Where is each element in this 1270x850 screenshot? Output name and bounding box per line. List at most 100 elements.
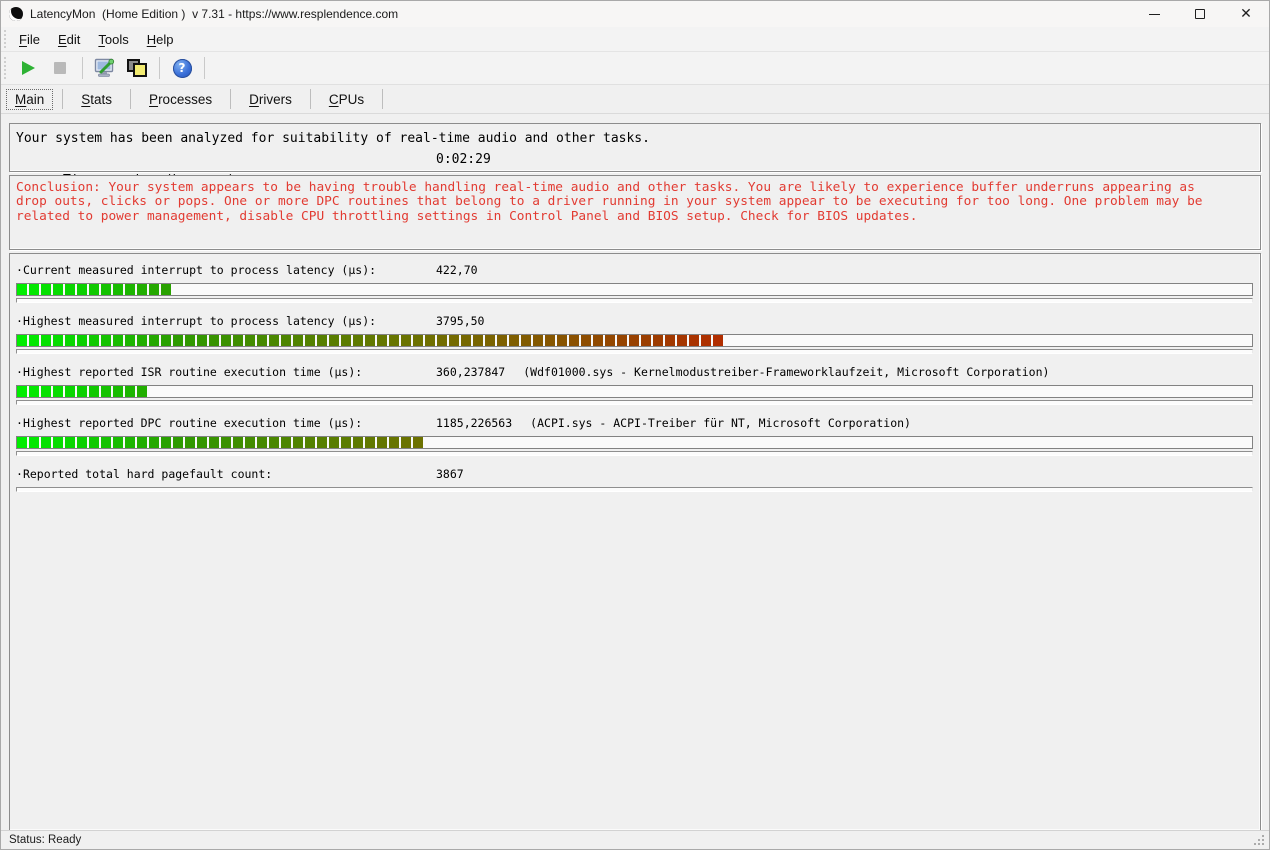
bar-segment	[77, 335, 87, 346]
bar-segment	[125, 386, 135, 397]
conclusion-panel: Conclusion: Your system appears to be ha…	[9, 175, 1261, 250]
options-button[interactable]	[91, 55, 119, 81]
bar-segment	[89, 284, 99, 295]
bar-segment	[413, 437, 423, 448]
bar-segment	[653, 335, 663, 346]
menu-item-tools[interactable]: Tools	[89, 29, 137, 50]
maximize-icon	[1195, 9, 1205, 19]
tab-cpus[interactable]: CPUs	[317, 88, 376, 111]
play-icon	[22, 61, 35, 75]
bar-segment	[485, 335, 495, 346]
bar-segment	[137, 437, 147, 448]
bar-segment	[593, 335, 603, 346]
measurement-label: Highest reported DPC routine execution t…	[23, 416, 362, 430]
bar-segment	[545, 335, 555, 346]
bar-segment	[209, 335, 219, 346]
bar-segment	[113, 284, 123, 295]
tab-drivers[interactable]: Drivers	[237, 88, 304, 111]
minimize-icon	[1149, 14, 1160, 15]
bar-segment	[29, 284, 39, 295]
status-text: Status: Ready	[9, 834, 81, 846]
secondary-level-bar	[16, 349, 1253, 354]
measurement-label-line: ·Reported total hard pagefault count:386…	[16, 466, 1253, 482]
tab-processes[interactable]: Processes	[137, 88, 224, 111]
measurement-row: ·Highest reported ISR routine execution …	[16, 364, 1253, 405]
bar-segment	[341, 335, 351, 346]
bar-segment	[173, 437, 183, 448]
bar-segment	[53, 437, 63, 448]
bar-segment	[125, 284, 135, 295]
menu-item-edit[interactable]: Edit	[49, 29, 89, 50]
bar-segment	[401, 335, 411, 346]
app-icon	[9, 7, 23, 21]
maximize-button[interactable]	[1177, 1, 1223, 27]
bar-segment	[353, 437, 363, 448]
minimize-button[interactable]	[1131, 1, 1177, 27]
bar-segment	[101, 335, 111, 346]
secondary-level-bar	[16, 298, 1253, 303]
bar-segment	[677, 335, 687, 346]
bar-segment	[149, 437, 159, 448]
bar-segment	[173, 335, 183, 346]
bar-segment	[149, 284, 159, 295]
bar-segment	[161, 437, 171, 448]
bar-segment	[257, 335, 267, 346]
row-bullet: ·	[16, 416, 23, 430]
bar-segment	[77, 386, 87, 397]
tab-separator	[230, 89, 231, 109]
bar-segment	[221, 335, 231, 346]
bar-segment	[473, 335, 483, 346]
copy-report-button[interactable]	[123, 55, 151, 81]
bar-segment	[137, 284, 147, 295]
bar-segment	[149, 335, 159, 346]
bar-segment	[89, 437, 99, 448]
bar-segment	[233, 437, 243, 448]
tab-stats[interactable]: Stats	[69, 88, 124, 111]
bar-segment	[605, 335, 615, 346]
bar-segment	[437, 335, 447, 346]
help-icon: ?	[173, 59, 192, 78]
bar-segment	[413, 335, 423, 346]
menu-item-file[interactable]: File	[10, 29, 49, 50]
menu-gripper	[4, 30, 6, 48]
bar-segment	[521, 335, 531, 346]
status-bar: Status: Ready	[1, 830, 1269, 849]
bar-segment	[341, 437, 351, 448]
latency-level-bar	[16, 436, 1253, 449]
bar-segment	[209, 437, 219, 448]
conclusion-text-line: Conclusion: Your system appears to be ha…	[16, 181, 1254, 195]
bar-segment	[29, 335, 39, 346]
bar-segment	[41, 335, 51, 346]
menu-item-help[interactable]: Help	[138, 29, 183, 50]
bar-segment	[17, 437, 27, 448]
bar-segment	[125, 335, 135, 346]
bar-segment	[101, 386, 111, 397]
measurement-label: Current measured interrupt to process la…	[23, 263, 376, 277]
measurement-label-line: ·Highest reported ISR routine execution …	[16, 364, 1253, 380]
tab-main[interactable]: Main	[5, 88, 54, 111]
bar-segment	[449, 335, 459, 346]
bar-segment	[245, 437, 255, 448]
bar-segment	[17, 386, 27, 397]
bar-segment	[317, 437, 327, 448]
bar-segment	[305, 437, 315, 448]
bar-segment	[281, 437, 291, 448]
stop-icon	[54, 62, 66, 74]
bar-segment	[281, 335, 291, 346]
bar-segment	[461, 335, 471, 346]
bar-segment	[509, 335, 519, 346]
resize-grip[interactable]	[1254, 835, 1256, 837]
bar-segment	[377, 335, 387, 346]
bar-segment	[701, 335, 711, 346]
secondary-level-bar	[16, 451, 1253, 456]
run-button[interactable]	[14, 55, 42, 81]
bar-segment	[185, 437, 195, 448]
bar-segment	[197, 437, 207, 448]
bar-segment	[401, 437, 411, 448]
help-button[interactable]: ?	[168, 55, 196, 81]
measurement-value: 3867	[436, 467, 464, 481]
close-button[interactable]: ✕	[1223, 1, 1269, 27]
bar-segment	[329, 335, 339, 346]
measurement-label: Reported total hard pagefault count:	[23, 467, 272, 481]
tab-separator	[62, 89, 63, 109]
